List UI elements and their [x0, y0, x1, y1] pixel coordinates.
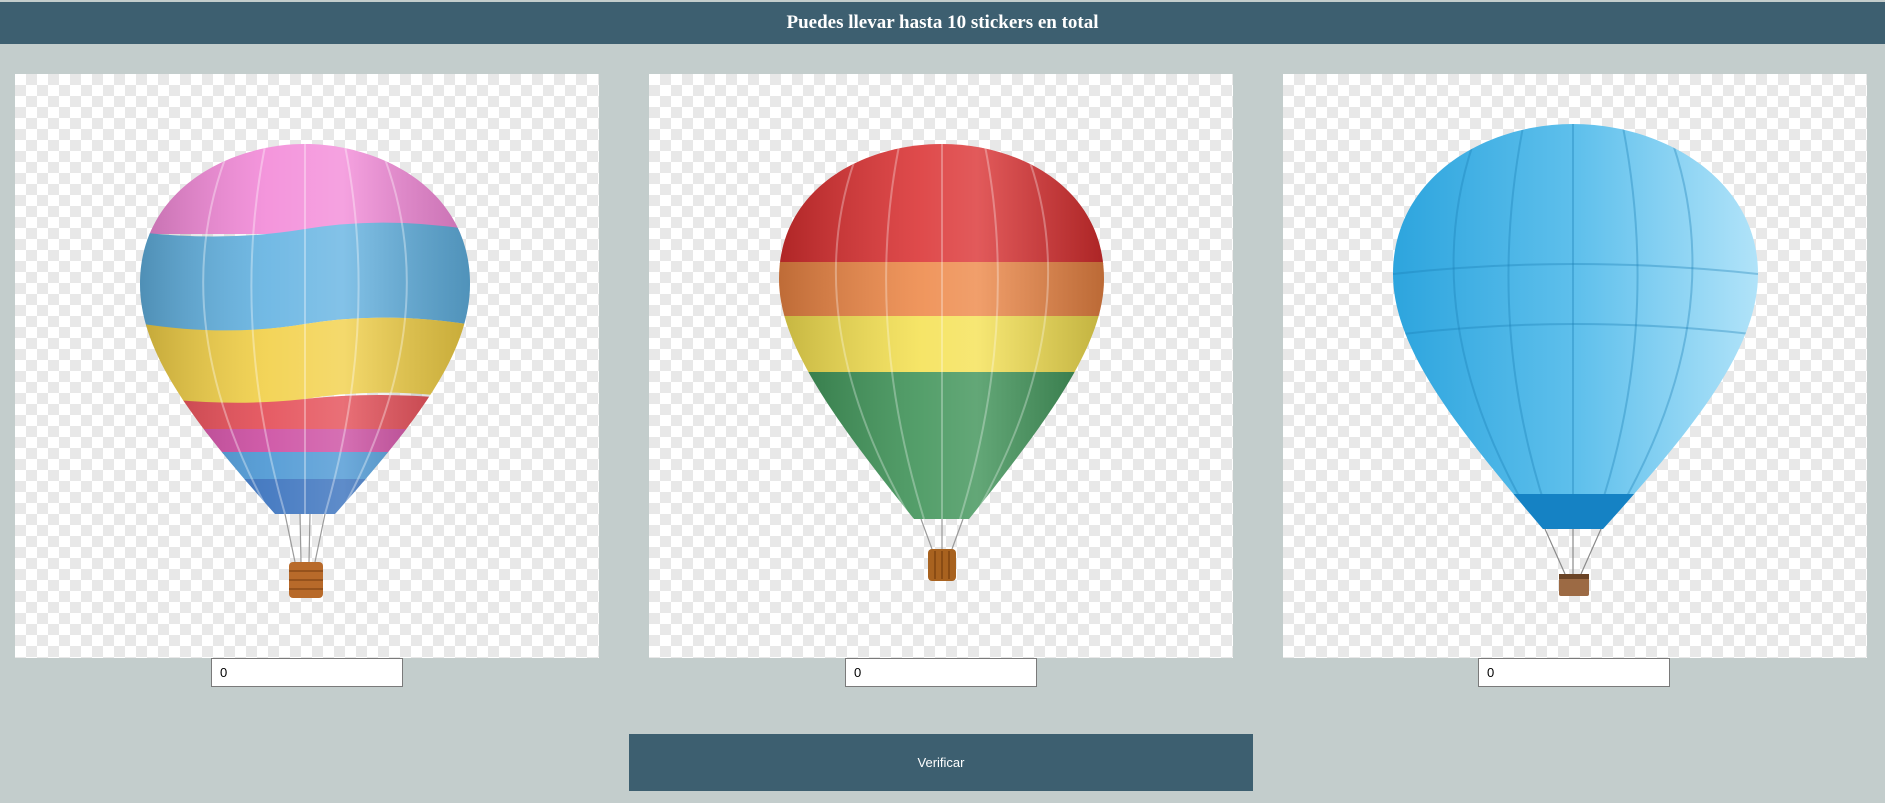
- verify-button[interactable]: Verificar: [629, 734, 1253, 791]
- quantity-input-3[interactable]: [1478, 658, 1670, 687]
- sticker-card-1[interactable]: [15, 74, 599, 658]
- balloon-image-3: [1393, 124, 1758, 596]
- quantity-input-1[interactable]: [211, 658, 403, 687]
- quantity-input-2[interactable]: [845, 658, 1037, 687]
- header-bar: Puedes llevar hasta 10 stickers en total: [0, 2, 1885, 44]
- sticker-card-2[interactable]: [649, 74, 1233, 658]
- balloon-image-1: [140, 144, 470, 598]
- page-title: Puedes llevar hasta 10 stickers en total: [786, 12, 1099, 33]
- balloon-image-2: [779, 144, 1104, 581]
- sticker-card-3[interactable]: [1283, 74, 1867, 658]
